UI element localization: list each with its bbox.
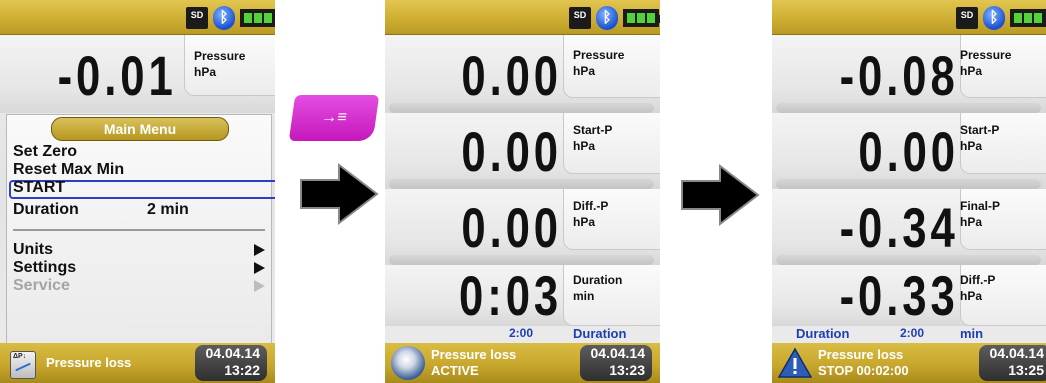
reading-panel: -0.34 Final-P hPa — [772, 189, 1046, 265]
reading-panel: 0.00 Diff.-P hPa — [385, 189, 660, 265]
sd-card-icon: SD — [186, 7, 208, 29]
reading-value: 0.00 — [461, 120, 562, 183]
reading-label: Pressure — [573, 48, 625, 62]
reading-panel: 0.00 Pressure hPa — [385, 35, 660, 113]
bluetooth-icon: ᛒ — [596, 6, 618, 30]
date-time-box: 04.04.14 13:22 — [195, 345, 267, 381]
battery-icon — [623, 9, 660, 27]
duration-setting-unit: min — [960, 326, 984, 341]
program-title: Pressure loss — [431, 347, 517, 362]
duration-setting-value: 2:00 — [509, 326, 534, 340]
reading-value: 0.00 — [858, 120, 959, 183]
time-text: 13:22 — [224, 362, 260, 378]
reading-label: Diff.-P — [573, 199, 609, 213]
sd-card-icon: SD — [956, 7, 978, 29]
duration-row: 2:00 Duration — [385, 326, 660, 343]
status-bar: SD ᛒ — [385, 0, 660, 35]
reading-unit: hPa — [960, 289, 983, 303]
bottom-bar: Pressure loss ACTIVE 04.04.14 13:23 — [385, 343, 660, 383]
reading-unit: min — [573, 289, 595, 303]
bluetooth-icon: ᛒ — [213, 6, 235, 30]
reading-label: Start-P — [960, 123, 1000, 137]
time-text: 13:25 — [1008, 362, 1044, 378]
arrow-right-icon — [300, 163, 379, 225]
bluetooth-icon: ᛒ — [983, 6, 1005, 30]
program-title: Pressure loss — [46, 355, 132, 370]
duration-setting-label: Duration — [573, 326, 627, 341]
reading-value: -0.33 — [839, 264, 959, 327]
time-text: 13:23 — [609, 362, 645, 378]
function-key[interactable]: →≡ — [288, 95, 380, 141]
reading-unit: hPa — [960, 64, 983, 78]
duration-setting-value: 2:00 — [900, 326, 925, 340]
program-title: Pressure loss — [818, 347, 904, 362]
reading-value: -0.34 — [839, 196, 959, 259]
reading-value: 0.00 — [461, 196, 562, 259]
pressure-unit: hPa — [194, 65, 217, 79]
date-time-box: 04.04.14 13:23 — [580, 345, 652, 381]
reading-value: 0:03 — [458, 264, 562, 327]
date-text: 04.04.14 — [989, 345, 1045, 361]
bottom-bar: ΔP↓ Pressure loss 04.04.14 13:22 — [0, 343, 275, 383]
menu-item-settings[interactable]: Settings — [13, 259, 76, 277]
device-screen-main-menu: SD ᛒ -0.01 Pressure hPa Main Menu Set Ze… — [0, 0, 275, 383]
reading-panel: -0.33 Diff.-P hPa — [772, 264, 1046, 327]
device-screen-active: SD ᛒ 0.00 Pressure hPa 0.00 Start-P hPa … — [385, 0, 660, 383]
menu-item-units[interactable]: Units — [13, 241, 53, 259]
pressure-value: -0.01 — [57, 44, 177, 107]
reading-value: 0.00 — [461, 44, 562, 107]
reading-panel: 0.00 Start-P hPa — [385, 113, 660, 189]
reading-label: Pressure — [960, 48, 1012, 62]
submenu-arrow-icon — [254, 280, 265, 292]
reading-panel: 0.00 Start-P hPa — [772, 113, 1046, 189]
status-bar: SD ᛒ — [0, 0, 275, 35]
menu-divider — [13, 229, 265, 231]
reading-label: Duration — [573, 273, 623, 287]
reading-label: Start-P — [573, 123, 613, 137]
reading-unit: hPa — [573, 64, 596, 78]
reading-unit: hPa — [960, 215, 983, 229]
reading-unit: hPa — [960, 139, 983, 153]
menu-item-duration-value: 2 min — [147, 201, 189, 218]
device-screen-stopped: SD ᛒ -0.08 Pressure hPa 0.00 Start-P hPa… — [772, 0, 1046, 383]
battery-icon — [1010, 9, 1046, 27]
menu-item-start[interactable]: START — [13, 179, 65, 197]
arrow-right-icon — [681, 164, 760, 226]
warning-icon — [778, 347, 812, 378]
date-text: 04.04.14 — [205, 345, 261, 361]
program-active-icon — [391, 346, 425, 380]
battery-icon — [240, 9, 275, 27]
reading-panel: 0:03 Duration min — [385, 264, 660, 327]
status-bar: SD ᛒ — [772, 0, 1046, 35]
date-time-box: 04.04.14 13:25 — [979, 345, 1046, 381]
submenu-arrow-icon — [254, 262, 265, 274]
menu-item-set-zero[interactable]: Set Zero — [13, 143, 77, 161]
main-menu: Main Menu Set Zero Reset Max Min START D… — [6, 114, 275, 345]
duration-row: Duration 2:00 min — [772, 326, 1046, 343]
menu-item-duration[interactable]: Duration — [13, 201, 79, 219]
reading-unit: hPa — [573, 215, 596, 229]
menu-item-service: Service — [13, 277, 70, 294]
program-status: STOP 00:02:00 — [818, 363, 909, 378]
menu-title: Main Menu — [51, 117, 229, 141]
reading-panel: -0.08 Pressure hPa — [772, 35, 1046, 113]
reading-unit: hPa — [573, 139, 596, 153]
bottom-bar: Pressure loss STOP 00:02:00 04.04.14 13:… — [772, 343, 1046, 383]
menu-item-reset-max-min[interactable]: Reset Max Min — [13, 161, 124, 179]
reading-label: Final-P — [960, 199, 1001, 213]
duration-setting-label: Duration — [796, 326, 850, 341]
sd-card-icon: SD — [569, 7, 591, 29]
pressure-loss-program-icon: ΔP↓ — [10, 351, 36, 379]
date-text: 04.04.14 — [590, 345, 646, 361]
reading-value: -0.08 — [839, 44, 959, 107]
key-label: →≡ — [320, 109, 348, 126]
program-status: ACTIVE — [431, 363, 479, 378]
pressure-label: Pressure — [194, 49, 246, 63]
reading-label: Diff.-P — [960, 273, 996, 287]
reading-panel-pressure: -0.01 Pressure hPa — [0, 35, 275, 113]
submenu-arrow-icon — [254, 244, 265, 256]
